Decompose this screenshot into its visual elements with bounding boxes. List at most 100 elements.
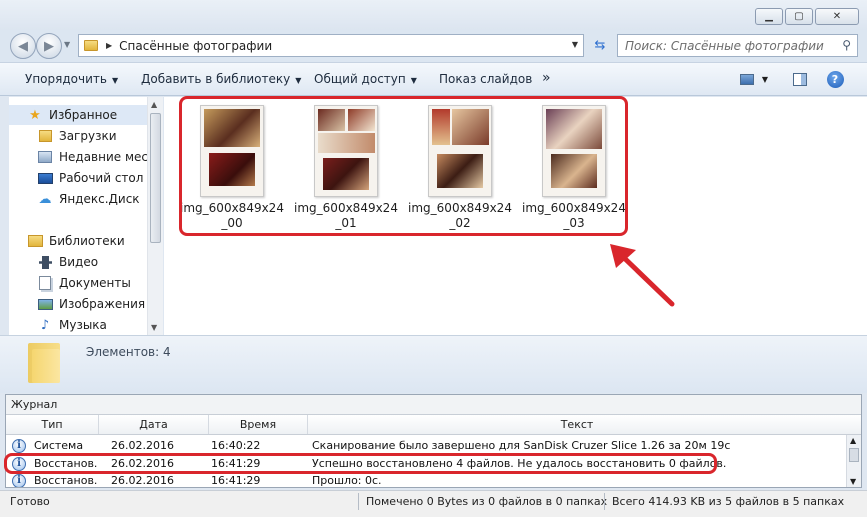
sidebar-item-favorites[interactable]: ★ Избранное [9,105,147,125]
info-icon: i [12,439,26,453]
star-icon: ★ [29,107,41,123]
maximize-button[interactable]: ▢ [785,8,813,25]
status-divider [604,493,605,510]
slideshow-button[interactable]: Показ слайдов [439,72,532,86]
journal-scrollbar[interactable]: ▲ ▼ [846,435,861,487]
share-button[interactable]: Общий доступ ▼ [314,72,417,86]
search-icon[interactable]: ⚲ [842,38,851,52]
refresh-icon: ⇆ [594,38,606,53]
refresh-button[interactable]: ⇆ [588,34,612,57]
status-bar: Готово Помечено 0 Bytes из 0 файлов в 0 … [0,490,867,517]
item-count: Элементов: 4 [86,345,171,359]
sidebar-item-label: Видео [59,255,99,269]
column-header-type[interactable]: Тип [6,415,99,434]
forward-arrow-icon: ▶ [44,38,54,54]
navigation-scrollbar[interactable]: ▲ ▼ [147,97,163,335]
column-header-date[interactable]: Дата [99,415,209,434]
sidebar-item-label: Музыка [59,318,107,332]
row-highlight-annotation [4,453,717,474]
chevron-down-icon: ▼ [295,76,302,85]
recent-places-icon [37,150,53,164]
status-divider [358,493,359,510]
preview-pane-button[interactable] [792,71,808,87]
address-bar[interactable]: ▶ Спасённые фотографии ▼ [78,34,584,57]
sidebar-item-downloads[interactable]: Загрузки [9,126,147,146]
row-text: Прошло: 0с. [312,474,382,487]
back-button[interactable]: ◀ [10,33,36,59]
minimize-button[interactable]: ▁ [755,8,783,25]
sidebar-item-label: Яндекс.Диск [59,192,140,206]
command-bar: Упорядочить ▼ Добавить в библиотеку ▼ Общи… [0,62,867,96]
scroll-down-icon[interactable]: ▼ [151,323,157,332]
pictures-icon [37,297,53,311]
row-text: Сканирование было завершено для SanDisk … [312,439,731,452]
chevron-down-icon: ▼ [111,76,119,85]
documents-icon [37,276,53,290]
organize-button[interactable]: Упорядочить ▼ [25,72,118,86]
breadcrumb-arrow-icon[interactable]: ▶ [106,41,112,50]
chevron-down-icon: ▼ [410,76,417,85]
sidebar-item-label: Загрузки [59,129,117,143]
back-arrow-icon: ◀ [18,38,28,54]
status-selected: Помечено 0 Bytes из 0 файлов в 0 папках [366,495,608,508]
column-header-time[interactable]: Время [209,415,308,434]
sidebar-item-video[interactable]: Видео [9,252,147,272]
sidebar-item-yandex-disk[interactable]: ☁ Яндекс.Диск [9,189,147,209]
title-bar: ▁ ▢ ✕ [0,0,867,30]
sidebar-item-label: Избранное [49,108,118,122]
chevron-down-icon: ▼ [761,74,769,84]
view-options-dropdown[interactable]: ▼ [760,71,770,87]
add-library-label: Добавить в библиотеку [141,72,291,86]
sidebar-item-desktop[interactable]: Рабочий стол [9,168,147,188]
address-dropdown-icon[interactable]: ▼ [572,40,578,49]
explorer-window: ▁ ▢ ✕ ◀ ▶ ▼ ▶ Спасённые фотографии ▼ ⇆ П… [0,0,867,517]
table-row[interactable]: i Система 26.02.2016 16:40:22 Сканирован… [6,437,846,454]
view-icon [740,73,754,85]
scrollbar-thumb[interactable] [150,113,161,243]
sidebar-item-music[interactable]: ♪ Музыка [9,315,147,335]
window-controls: ▁ ▢ ✕ [755,8,859,25]
breadcrumb-current[interactable]: Спасённые фотографии [119,39,272,53]
row-time: 16:40:22 [211,439,261,452]
close-button[interactable]: ✕ [815,8,859,25]
row-date: 26.02.2016 [111,439,174,452]
libraries-icon [27,234,43,248]
scrollbar-thumb[interactable] [849,448,859,462]
row-type: Система [34,439,84,452]
yandex-disk-icon: ☁ [38,191,52,207]
sidebar-item-recent-places[interactable]: Недавние места [9,147,162,167]
address-row: ◀ ▶ ▼ ▶ Спасённые фотографии ▼ ⇆ Поиск: … [0,30,867,62]
sidebar-item-libraries[interactable]: Библиотеки [9,231,147,251]
change-view-button[interactable] [738,71,756,87]
journal-title: Журнал [6,395,861,415]
add-to-library-button[interactable]: Добавить в библиотеку ▼ [141,72,301,86]
downloads-icon [37,129,53,143]
sidebar-item-pictures[interactable]: Изображения [9,294,147,314]
search-input[interactable]: Поиск: Спасённые фотографии ⚲ [617,34,858,57]
help-icon: ? [826,70,844,88]
scroll-down-icon[interactable]: ▼ [850,477,856,486]
column-header-text[interactable]: Текст [308,415,846,434]
status-ready: Готово [10,495,50,508]
more-commands-button[interactable]: » [542,70,551,86]
sidebar-item-documents[interactable]: Документы [9,273,147,293]
journal-header: Тип Дата Время Текст [6,415,861,435]
sidebar-item-label: Библиотеки [49,234,125,248]
desktop-icon [37,171,53,185]
folder-large-icon [28,343,60,383]
sidebar-item-label: Документы [59,276,131,290]
scroll-up-icon[interactable]: ▲ [151,100,157,109]
share-label: Общий доступ [314,72,406,86]
scroll-up-icon[interactable]: ▲ [850,436,856,445]
table-row[interactable]: i Восстанов... 26.02.2016 16:41:29 Прошл… [6,472,846,487]
row-time: 16:41:29 [211,474,261,487]
help-button[interactable]: ? [826,70,844,88]
music-icon: ♪ [40,317,50,333]
forward-button[interactable]: ▶ [36,33,62,59]
navigation-pane: ★ Избранное Загрузки Недавние места Рабо… [9,97,162,335]
recent-pages-dropdown[interactable]: ▼ [64,40,70,49]
sidebar-item-label: Изображения [59,297,146,311]
row-type: Восстанов... [34,474,98,487]
video-icon [37,255,53,269]
files-highlight-annotation [179,96,628,236]
